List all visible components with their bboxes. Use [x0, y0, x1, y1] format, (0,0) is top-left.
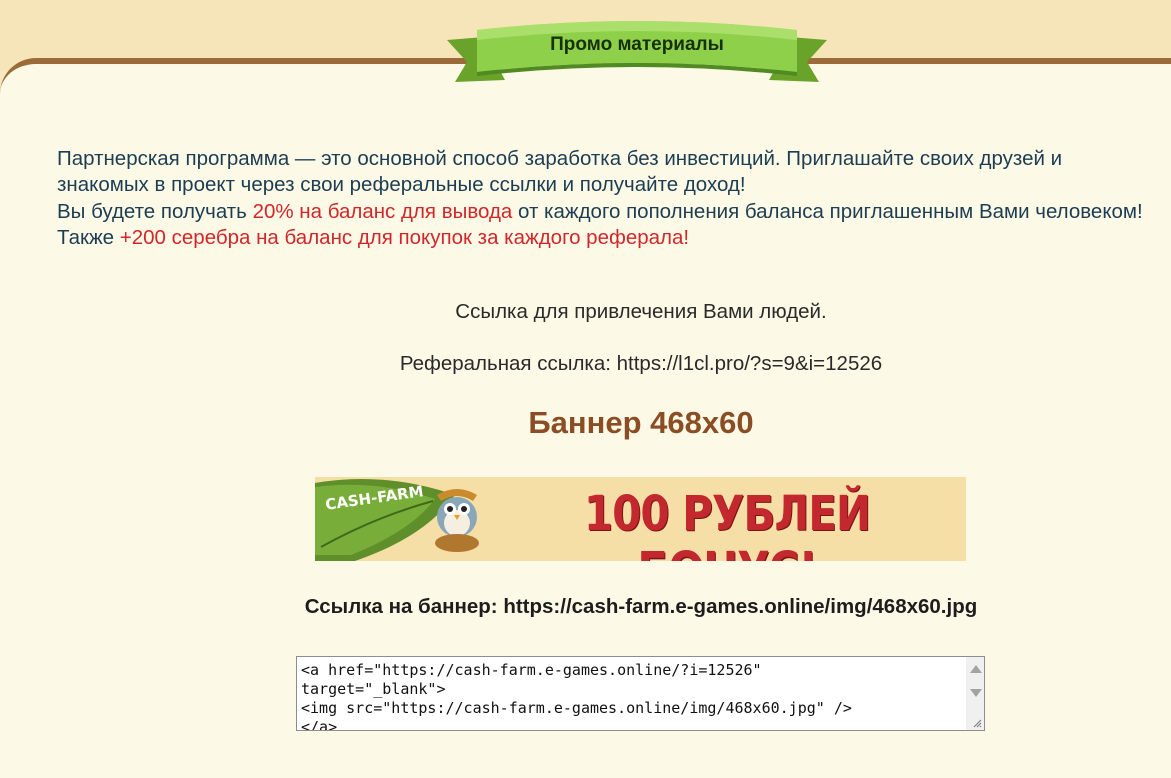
- scroll-up-icon[interactable]: [970, 665, 982, 673]
- scroll-down-icon[interactable]: [970, 689, 982, 697]
- intro-line-2-prefix: Вы будете получать: [57, 199, 253, 223]
- withdraw-bonus-highlight: 20% на баланс для вывода: [252, 199, 513, 223]
- banner-image[interactable]: CASH-FARM 100 РУБЛЕЙ БОНУС!: [315, 477, 966, 561]
- intro-line-1: Партнерская программа — это основной спо…: [57, 147, 1063, 197]
- intro-line-2-suffix: от каждого пополнения баланса приглашенн…: [512, 199, 1143, 223]
- intro-line-3-prefix: Также: [57, 226, 120, 250]
- banner-bonus-text: 100 РУБЛЕЙ БОНУС!: [583, 485, 871, 561]
- banner-code-text[interactable]: <a href="https://cash-farm.e-games.onlin…: [301, 661, 961, 730]
- section-title: Промо материалы: [550, 34, 724, 55]
- banner-code-textarea[interactable]: <a href="https://cash-farm.e-games.onlin…: [296, 656, 985, 731]
- referral-caption: Ссылка для привлечения Вами людей.: [455, 300, 827, 323]
- banner-link: Ссылка на баннер: https://cash-farm.e-ga…: [304, 595, 978, 618]
- banner-heading: Баннер 468x60: [528, 405, 754, 440]
- silver-bonus-highlight: +200 серебра на баланс для покупок за ка…: [119, 226, 690, 250]
- resize-grip-icon[interactable]: [972, 718, 982, 728]
- referral-link[interactable]: Реферальная ссылка: https://l1cl.pro/?s=…: [0, 352, 1171, 376]
- intro-text: Партнерская программа — это основной спо…: [57, 146, 1157, 252]
- section-ribbon: Промо материалы: [437, 6, 837, 90]
